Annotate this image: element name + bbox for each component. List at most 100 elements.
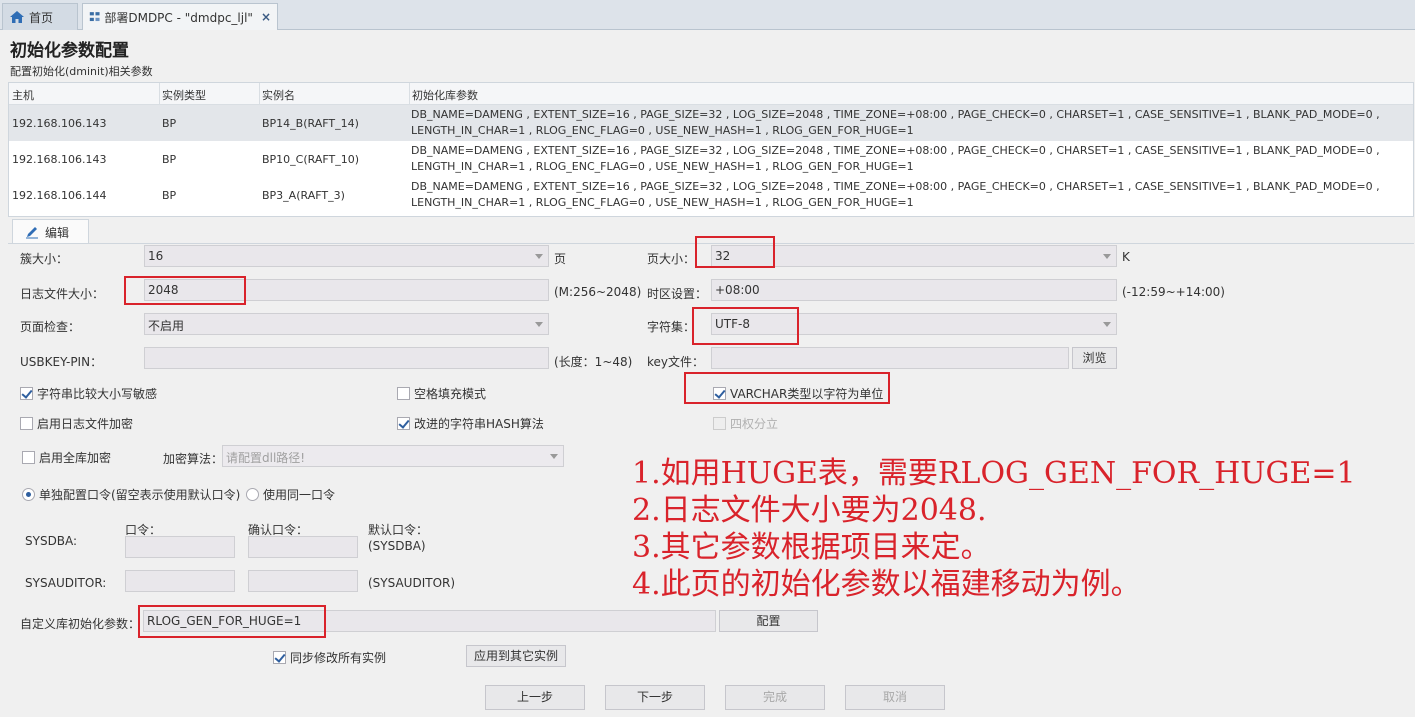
tab-edit[interactable]: 编辑 — [12, 219, 89, 244]
prev-button[interactable]: 上一步 — [485, 685, 585, 710]
new-hash-label: 改进的字符串HASH算法 — [414, 417, 544, 431]
checkbox-checked-icon — [273, 651, 286, 664]
chevron-down-icon — [1103, 254, 1111, 259]
cell-params-line2: LENGTH_IN_CHAR=1 , RLOG_ENC_FLAG=0 , USE… — [411, 160, 914, 173]
tab-home-label: 首页 — [29, 10, 54, 25]
annotation-notes: 1.如用HUGE表，需要RLOG_GEN_FOR_HUGE=1 2.日志文件大小… — [632, 455, 1356, 603]
sysauditor-default: (SYSAUDITOR) — [368, 576, 456, 590]
config-button[interactable]: 配置 — [719, 610, 818, 632]
radio-same-label: 使用同一口令 — [263, 488, 336, 502]
annotation-line: 2.日志文件大小要为2048. — [632, 493, 987, 528]
cell-params-line2: LENGTH_IN_CHAR=1 , RLOG_ENC_FLAG=0 , USE… — [411, 124, 914, 137]
cell-params: DB_NAME=DAMENG , EXTENT_SIZE=16 , PAGE_S… — [411, 179, 1380, 211]
sysdba-confirm-input[interactable] — [248, 536, 358, 558]
tab-edit-label: 编辑 — [45, 225, 70, 240]
tab-deploy-label: 部署DMDPC - "dmdpc_ljl" — [104, 10, 253, 25]
case-sensitive-checkbox[interactable]: 字符串比较大小写敏感 — [20, 385, 157, 402]
sync-all-checkbox[interactable]: 同步修改所有实例 — [273, 649, 386, 666]
annotation-line: 1.如用HUGE表，需要RLOG_GEN_FOR_HUGE=1 — [632, 456, 1356, 491]
cell-name: BP3_A(RAFT_3) — [262, 189, 345, 202]
encrypt-algo-select[interactable]: 请配置dll路径! — [222, 445, 564, 467]
table-row[interactable]: 192.168.106.143 BP BP10_C(RAFT_10) DB_NA… — [9, 141, 1413, 177]
radio-separate-password[interactable]: 单独配置口令(留空表示使用默认口令) — [22, 486, 240, 503]
highlight-box-page-size — [695, 236, 775, 268]
usbkey-hint: (长度：1~48) — [554, 355, 633, 369]
cell-type: BP — [162, 189, 177, 202]
sync-all-label: 同步修改所有实例 — [290, 651, 387, 665]
checkbox-unchecked-icon — [20, 417, 33, 430]
log-size-hint: (M:256~2048) — [554, 285, 642, 299]
page-title: 初始化参数配置 — [10, 41, 129, 61]
sysdba-default: (SYSDBA) — [368, 539, 426, 553]
encrypt-algo-placeholder: 请配置dll路径! — [226, 451, 306, 465]
timezone-input[interactable]: +08:00 — [711, 279, 1117, 301]
new-hash-checkbox[interactable]: 改进的字符串HASH算法 — [397, 415, 544, 432]
instance-table: 主机 实例类型 实例名 初始化库参数 192.168.106.143 BP BP… — [8, 82, 1414, 217]
next-button[interactable]: 下一步 — [605, 685, 705, 710]
radio-separate-label: 单独配置口令(留空表示使用默认口令) — [39, 488, 241, 502]
close-icon[interactable]: × — [261, 10, 271, 24]
table-row[interactable]: 192.168.106.143 BP BP14_B(RAFT_14) DB_NA… — [9, 105, 1413, 141]
timezone-label: 时区设置： — [647, 287, 708, 301]
column-header-type[interactable]: 实例类型 — [162, 87, 206, 103]
sysauditor-password-input[interactable] — [125, 570, 235, 592]
column-header-name[interactable]: 实例名 — [262, 87, 295, 103]
page-check-label: 页面检查： — [20, 320, 81, 334]
cell-params: DB_NAME=DAMENG , EXTENT_SIZE=16 , PAGE_S… — [411, 107, 1380, 139]
radio-same-password[interactable]: 使用同一口令 — [246, 486, 335, 503]
extent-size-unit: 页 — [554, 252, 567, 266]
page-size-label: 页大小： — [647, 252, 696, 266]
cell-type: BP — [162, 117, 177, 130]
checkbox-checked-icon — [20, 387, 33, 400]
page-check-select[interactable]: 不启用 — [144, 313, 549, 335]
browse-button[interactable]: 浏览 — [1072, 347, 1117, 369]
cell-type: BP — [162, 153, 177, 166]
db-encrypt-checkbox[interactable]: 启用全库加密 — [22, 449, 111, 466]
encrypt-algo-label: 加密算法： — [163, 452, 224, 466]
home-icon — [10, 11, 24, 23]
usbkey-label: USBKEY-PIN： — [20, 355, 103, 369]
highlight-box-log-size — [124, 276, 246, 305]
annotation-line: 3.其它参数根据项目来定。 — [632, 530, 991, 565]
cell-params-line1: DB_NAME=DAMENG , EXTENT_SIZE=16 , PAGE_S… — [411, 180, 1380, 193]
extent-size-select[interactable]: 16 — [144, 245, 549, 267]
chevron-down-icon — [535, 322, 543, 327]
log-size-label: 日志文件大小： — [20, 287, 105, 301]
tab-bar: 首页 部署DMDPC - "dmdpc_ljl" × — [0, 0, 1415, 30]
column-header-host[interactable]: 主机 — [12, 87, 34, 103]
usbkey-input[interactable] — [144, 347, 549, 369]
checkbox-unchecked-icon — [397, 387, 410, 400]
blank-pad-checkbox[interactable]: 空格填充模式 — [397, 385, 486, 402]
extent-size-label: 簇大小： — [20, 252, 69, 266]
cell-params-line1: DB_NAME=DAMENG , EXTENT_SIZE=16 , PAGE_S… — [411, 108, 1380, 121]
keyfile-input[interactable] — [711, 347, 1069, 369]
annotation-line: 4.此页的初始化参数以福建移动为例。 — [632, 567, 1141, 602]
four-power-checkbox[interactable]: 四权分立 — [713, 415, 778, 432]
column-header-params[interactable]: 初始化库参数 — [412, 87, 478, 103]
log-encrypt-checkbox[interactable]: 启用日志文件加密 — [20, 415, 133, 432]
cell-host: 192.168.106.143 — [12, 153, 107, 166]
page-subtitle: 配置初始化(dminit)相关参数 — [10, 65, 153, 78]
cancel-button[interactable]: 取消 — [845, 685, 945, 710]
tab-deploy[interactable]: 部署DMDPC - "dmdpc_ljl" × — [82, 3, 278, 30]
radio-selected-icon — [22, 488, 35, 501]
cell-host: 192.168.106.143 — [12, 117, 107, 130]
chevron-down-icon — [1103, 322, 1111, 327]
apply-others-button[interactable]: 应用到其它实例 — [466, 645, 566, 667]
deploy-icon — [89, 12, 100, 22]
sysdba-label: SYSDBA: — [25, 534, 78, 548]
checkbox-disabled-icon — [713, 417, 726, 430]
cell-params-line1: DB_NAME=DAMENG , EXTENT_SIZE=16 , PAGE_S… — [411, 144, 1380, 157]
finish-button[interactable]: 完成 — [725, 685, 825, 710]
sysdba-password-input[interactable] — [125, 536, 235, 558]
chevron-down-icon — [535, 254, 543, 259]
charset-label: 字符集： — [647, 320, 696, 334]
sysauditor-label: SYSAUDITOR: — [25, 576, 107, 590]
table-row[interactable]: 192.168.106.144 BP BP3_A(RAFT_3) DB_NAME… — [9, 177, 1413, 213]
checkbox-checked-icon — [397, 417, 410, 430]
tab-home[interactable]: 首页 — [2, 3, 78, 30]
page-check-value: 不启用 — [148, 319, 185, 333]
sysauditor-confirm-input[interactable] — [248, 570, 358, 592]
default-column-label: 默认口令： — [368, 523, 429, 537]
cell-host: 192.168.106.144 — [12, 189, 107, 202]
